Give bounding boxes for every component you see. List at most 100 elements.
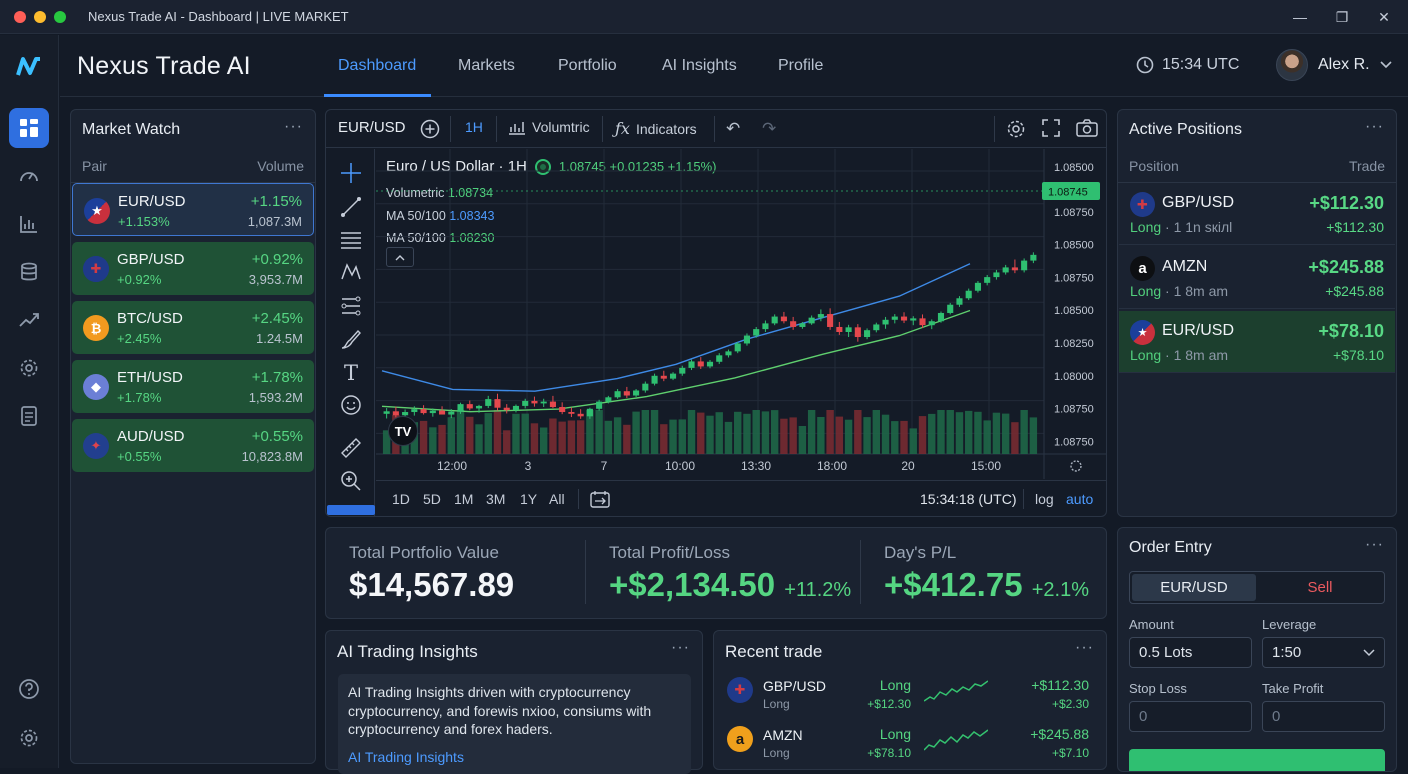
order-side-toggle: EUR/USD Sell (1129, 571, 1385, 604)
table-row[interactable]: a AMZN Long · 1 8m am +$245.88 +$245.88 (1119, 247, 1395, 309)
candle-body (439, 410, 446, 415)
leverage-select[interactable]: 1:50 (1262, 637, 1385, 668)
add-symbol-icon[interactable] (420, 119, 440, 139)
measure-icon[interactable] (339, 294, 363, 318)
range-1m[interactable]: 1M (454, 491, 473, 507)
maximize-button[interactable]: ❐ (1322, 0, 1362, 34)
minimize-dot[interactable] (34, 10, 46, 23)
date-range-icon[interactable] (590, 490, 610, 513)
chevron-down-icon[interactable] (1380, 61, 1392, 69)
auto-scale-toggle[interactable]: auto (1066, 491, 1093, 507)
axis-settings-icon[interactable] (1070, 460, 1082, 472)
amount-field[interactable]: 0.5 Lots (1129, 637, 1252, 668)
table-row[interactable]: a AMZN Long Long +$78.10 +$245.88 +$7.10 (715, 720, 1103, 768)
candle-body (669, 373, 677, 379)
pair-change: +0.92% (251, 251, 303, 268)
gauge-icon[interactable] (9, 156, 49, 196)
zoom-dot[interactable] (54, 10, 66, 23)
minimize-button[interactable]: — (1280, 0, 1320, 34)
table-row[interactable]: ✚ GBP/USD Long Long +$12.30 +$112.30 +$2… (715, 671, 1103, 719)
gear-icon[interactable] (9, 348, 49, 388)
day-pl-percent: +2.1% (1031, 579, 1089, 601)
volumetric-button[interactable]: Volumtric (508, 119, 590, 135)
candle-body (753, 329, 760, 336)
help-icon[interactable] (9, 669, 49, 709)
volume-bar (891, 421, 899, 454)
list-item-ethusd[interactable]: ◆ ETH/USD +1.78% +1.78% 1,593.2M (72, 360, 314, 413)
redo-icon[interactable]: ↷ (762, 119, 776, 139)
clock-icon (1136, 56, 1154, 74)
database-icon[interactable] (9, 252, 49, 292)
more-menu-icon[interactable]: ··· (1365, 118, 1384, 136)
zoom-icon[interactable] (339, 469, 363, 493)
take-profit-field[interactable]: 0 (1262, 701, 1385, 732)
fib-lines-icon[interactable] (339, 227, 363, 251)
table-row[interactable]: ★ EUR/USD Long · 1 8m am +$78.10 +$78.10 (1119, 311, 1395, 373)
settings-icon[interactable] (9, 718, 49, 758)
stop-loss-field[interactable]: 0 (1129, 701, 1252, 732)
tab-markets[interactable]: Markets (458, 57, 515, 75)
list-item-btcusd[interactable]: ₿ BTC/USD +2.45% +2.45% 1.24.5M (72, 301, 314, 354)
range-1d[interactable]: 1D (392, 491, 410, 507)
candle-body (974, 282, 981, 291)
tab-ai-insights[interactable]: AI Insights (662, 57, 737, 75)
trendline-icon[interactable] (339, 195, 363, 219)
symbol-label[interactable]: EUR/USD (338, 119, 406, 136)
emoji-icon[interactable] (339, 393, 363, 417)
tab-profile[interactable]: Profile (778, 57, 823, 75)
ai-insight-text: AI Trading Insights driven with cryptocu… (348, 684, 652, 737)
interval-button[interactable]: 1H (465, 119, 483, 135)
pair-volume: 10,823.8M (241, 449, 303, 464)
range-3m[interactable]: 3M (486, 491, 505, 507)
buy-pair-tab[interactable]: EUR/USD (1132, 574, 1256, 601)
chart-settings-icon[interactable] (1006, 119, 1026, 139)
candle-body (420, 409, 427, 414)
log-scale-toggle[interactable]: log (1035, 491, 1054, 507)
list-item-eurusd[interactable]: ★ EUR/USD +1.153% +1.15% 1,087.3M (72, 183, 314, 236)
chart-bars-icon[interactable] (9, 204, 49, 244)
crosshair-icon[interactable] (339, 161, 363, 185)
volume-bar (798, 426, 807, 454)
camera-icon[interactable] (1076, 119, 1098, 137)
close-dot[interactable] (14, 10, 26, 23)
range-all[interactable]: All (549, 491, 565, 507)
avatar[interactable] (1276, 49, 1308, 81)
undo-icon[interactable]: ↶ (726, 119, 740, 139)
user-menu[interactable]: Alex R. (1276, 49, 1392, 81)
trend-up-icon[interactable] (9, 300, 49, 340)
pair-change: +1.78% (251, 369, 303, 386)
more-menu-icon[interactable]: ··· (284, 118, 303, 136)
tab-dashboard[interactable]: Dashboard (338, 57, 416, 75)
table-row[interactable]: ✚ GBP/USD Long · 1 1n sкiлl +$112.30 +$1… (1119, 183, 1395, 245)
brand-logo-icon[interactable] (15, 55, 43, 84)
close-button[interactable]: ✕ (1364, 0, 1404, 34)
volume-bar (761, 411, 770, 454)
price-chart[interactable]: 1.08745 1.08500 1.08750 1.08500 1.08750 1.085… (376, 149, 1106, 479)
ruler-icon[interactable] (339, 436, 363, 460)
sell-tab[interactable]: Sell (1258, 574, 1382, 601)
position-pnl: +$78.10 (1318, 321, 1384, 341)
indicators-button[interactable]: ƒx Indicators (615, 119, 697, 138)
range-5d[interactable]: 5D (423, 491, 441, 507)
dashboard-icon[interactable] (9, 108, 49, 148)
report-icon[interactable] (9, 396, 49, 436)
australia-flag-icon: ✦ (83, 433, 109, 459)
more-menu-icon[interactable]: ··· (671, 639, 690, 657)
fullscreen-icon[interactable] (1042, 119, 1060, 137)
candle-body (762, 323, 769, 330)
position-pnl-sub: +$245.88 (1325, 283, 1384, 299)
volume-bar (475, 424, 483, 454)
col-trade: Trade (1348, 158, 1385, 174)
more-menu-icon[interactable]: ··· (1365, 536, 1384, 554)
text-tool-icon[interactable]: T (339, 361, 363, 385)
brush-icon[interactable] (339, 327, 363, 351)
ma-slow-line (381, 309, 971, 413)
volume-bar (1011, 422, 1019, 454)
range-1y[interactable]: 1Y (520, 491, 537, 507)
pattern-icon[interactable] (339, 260, 363, 284)
list-item-gbpusd[interactable]: ✚ GBP/USD +0.92% +0.92% 3,953.7M (72, 242, 314, 295)
ai-insight-link[interactable]: AI Trading Insights (348, 748, 681, 767)
more-menu-icon[interactable]: ··· (1075, 639, 1094, 657)
list-item-audusd[interactable]: ✦ AUD/USD +0.55% +0.55% 10,823.8M (72, 419, 314, 472)
tab-portfolio[interactable]: Portfolio (558, 57, 617, 75)
